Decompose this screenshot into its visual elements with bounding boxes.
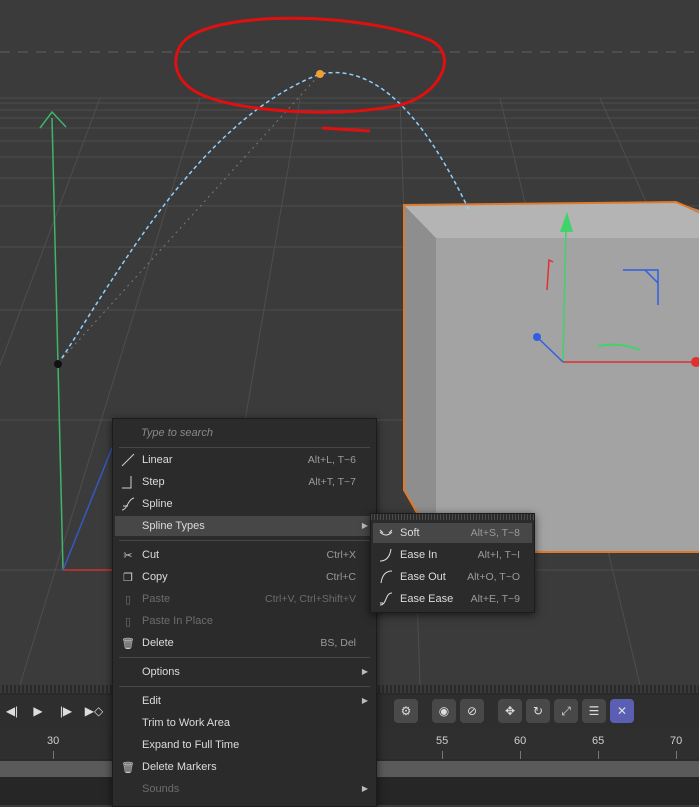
- scissors-icon: ✂: [123, 549, 133, 562]
- ruler-tick-label: 65: [592, 735, 605, 747]
- path-key-point-selected[interactable]: [316, 70, 324, 78]
- menu-item-options[interactable]: Options ▶: [115, 662, 374, 682]
- menu-item-spline-types[interactable]: Spline Types ▶: [115, 516, 374, 536]
- cube-object[interactable]: [403, 200, 699, 553]
- path-key-point[interactable]: [54, 360, 62, 368]
- submenu-item-ease-ease[interactable]: Ease Ease Alt+E, T~9: [373, 589, 532, 609]
- key-position-icon[interactable]: ✥: [498, 699, 522, 723]
- next-key-icon[interactable]: ▶◇: [82, 699, 106, 723]
- key-scale-icon[interactable]: ⤢: [554, 699, 578, 723]
- spline-interpolation-icon: [120, 496, 136, 512]
- linear-interpolation-icon: [120, 452, 136, 468]
- submenu-arrow-icon: ▶: [361, 521, 368, 530]
- soft-spline-icon: [378, 525, 394, 541]
- step-interpolation-icon: [120, 474, 136, 490]
- key-parameter-icon[interactable]: ☰: [582, 699, 606, 723]
- submenu-item-ease-out[interactable]: Ease Out Alt+O, T~O: [373, 567, 532, 587]
- gizmo-z-handle-icon[interactable]: [533, 333, 541, 341]
- submenu-item-ease-in[interactable]: Ease In Alt+I, T~I: [373, 545, 532, 565]
- menu-item-linear[interactable]: Linear Alt+L, T~6: [115, 450, 374, 470]
- ruler-tick-label: 60: [514, 735, 527, 747]
- menu-item-cut[interactable]: ✂ Cut Ctrl+X: [115, 545, 374, 565]
- record-rotation-icon[interactable]: ⊘: [460, 699, 484, 723]
- menu-item-trim-to-work-area[interactable]: Trim to Work Area: [115, 713, 374, 733]
- key-pla-icon[interactable]: ✕: [610, 699, 634, 723]
- clipboard-icon: ▯: [124, 615, 132, 628]
- menu-item-paste[interactable]: ▯ Paste Ctrl+V, Ctrl+Shift+V: [115, 589, 374, 609]
- trash-markers-icon: 🗑: [121, 761, 135, 774]
- menu-item-delete-markers[interactable]: 🗑 Delete Markers: [115, 757, 374, 777]
- play-icon[interactable]: ▶: [26, 699, 50, 723]
- submenu-arrow-icon: ▶: [361, 667, 368, 676]
- spline-types-submenu: Soft Alt+S, T~8 Ease In Alt+I, T~I Ease …: [370, 513, 535, 613]
- menu-item-sounds[interactable]: Sounds ▶: [115, 779, 374, 799]
- ruler-tick-label: 55: [436, 735, 449, 747]
- menu-item-spline[interactable]: Spline: [115, 494, 374, 514]
- menu-item-expand-to-full-time[interactable]: Expand to Full Time: [115, 735, 374, 755]
- next-frame-icon[interactable]: |▶: [54, 699, 78, 723]
- submenu-arrow-icon: ▶: [361, 696, 368, 705]
- menu-item-paste-in-place[interactable]: ▯ Paste In Place: [115, 611, 374, 631]
- mouse-icon[interactable]: ◉: [432, 699, 456, 723]
- menu-item-step[interactable]: Step Alt+T, T~7: [115, 472, 374, 492]
- ease-in-icon: [378, 547, 394, 563]
- clipboard-icon: ▯: [124, 593, 132, 606]
- ruler-tick-label: 70: [670, 735, 683, 747]
- ease-out-icon: [378, 569, 394, 585]
- previous-key-icon[interactable]: ◀|: [0, 699, 24, 723]
- submenu-grip[interactable]: [371, 514, 534, 520]
- ruler-tick-label: 30: [47, 735, 60, 747]
- menu-search-field[interactable]: Type to search: [121, 423, 368, 443]
- key-rotation-icon[interactable]: ↻: [526, 699, 550, 723]
- menu-item-edit[interactable]: Edit ▶: [115, 691, 374, 711]
- autokey-settings-icon[interactable]: ⚙: [394, 699, 418, 723]
- ease-ease-icon: [378, 591, 394, 607]
- copy-icon: ❐: [123, 571, 133, 584]
- trash-icon: 🗑: [121, 637, 135, 650]
- menu-item-copy[interactable]: ❐ Copy Ctrl+C: [115, 567, 374, 587]
- submenu-item-soft[interactable]: Soft Alt+S, T~8: [373, 523, 532, 543]
- submenu-arrow-icon: ▶: [361, 784, 368, 793]
- menu-item-delete[interactable]: 🗑 Delete BS, Del: [115, 633, 374, 653]
- context-menu: Type to search Linear Alt+L, T~6 Step Al…: [112, 418, 377, 807]
